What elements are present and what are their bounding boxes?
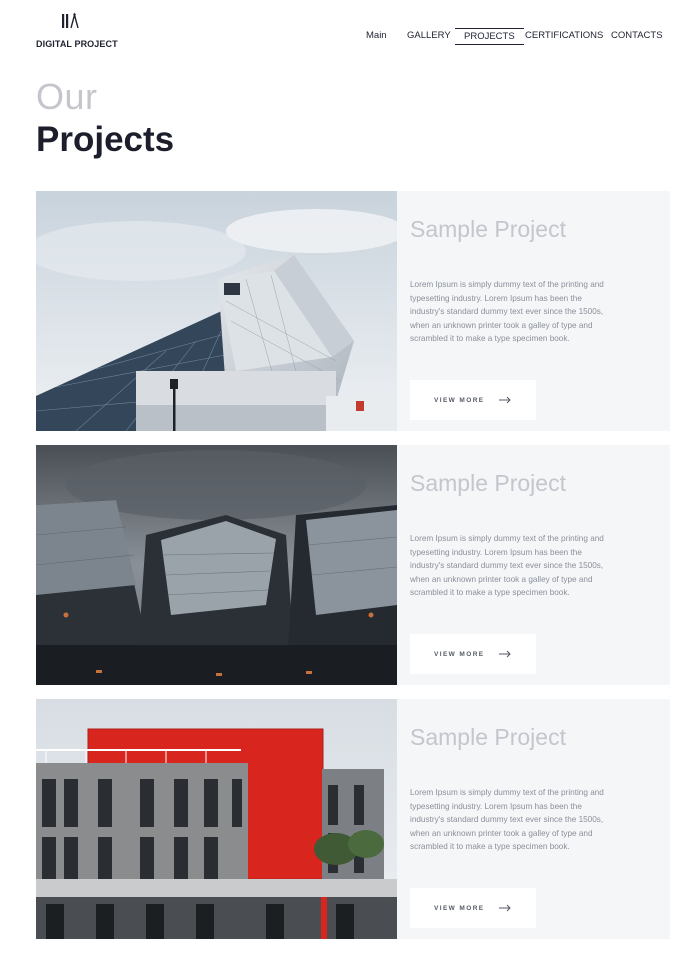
project-card: Sample Project Lorem Ipsum is simply dum… [36,699,670,939]
project-card: Sample Project Lorem Ipsum is simply dum… [36,445,670,685]
nav-item-main[interactable]: Main [366,29,387,43]
nav-item-gallery[interactable]: GALLERY [407,29,451,43]
project-title: Sample Project [410,724,566,750]
logo-text: DIGITAL PROJECT [36,39,118,49]
page-title: Projects [36,120,175,159]
project-description: Lorem Ipsum is simply dummy text of the … [410,534,604,598]
page-heading-light: Our [36,76,98,117]
project-title: Sample Project [410,470,566,496]
site-logo[interactable]: DIGITAL PROJECT [36,12,118,52]
view-more-button[interactable]: VIEW MORE [410,888,536,928]
nav-item-contacts[interactable]: CONTACTS [611,29,663,43]
arrow-right-icon [498,650,511,658]
building-logo-icon [62,12,79,29]
red-facade-apartment-photo[interactable] [36,699,397,939]
view-more-label: VIEW MORE [434,650,485,658]
glass-museum-building-photo[interactable] [36,191,397,431]
view-more-label: VIEW MORE [434,904,485,912]
view-more-button[interactable]: VIEW MORE [410,634,536,674]
arrow-right-icon [498,904,511,912]
project-title: Sample Project [410,216,566,242]
view-more-button[interactable]: VIEW MORE [410,380,536,420]
project-card: Sample Project Lorem Ipsum is simply dum… [36,191,670,431]
project-description: Lorem Ipsum is simply dummy text of the … [410,280,604,344]
nav-item-certifications[interactable]: CERTIFICATIONS [525,29,603,43]
arrow-right-icon [498,396,511,404]
view-more-label: VIEW MORE [434,396,485,404]
skyscrapers-looking-up-photo[interactable] [36,445,397,685]
main-nav: Main GALLERY PROJECTS CERTIFICATIONS CON… [350,28,700,47]
project-description: Lorem Ipsum is simply dummy text of the … [410,788,604,852]
nav-item-projects[interactable]: PROJECTS [455,28,524,45]
